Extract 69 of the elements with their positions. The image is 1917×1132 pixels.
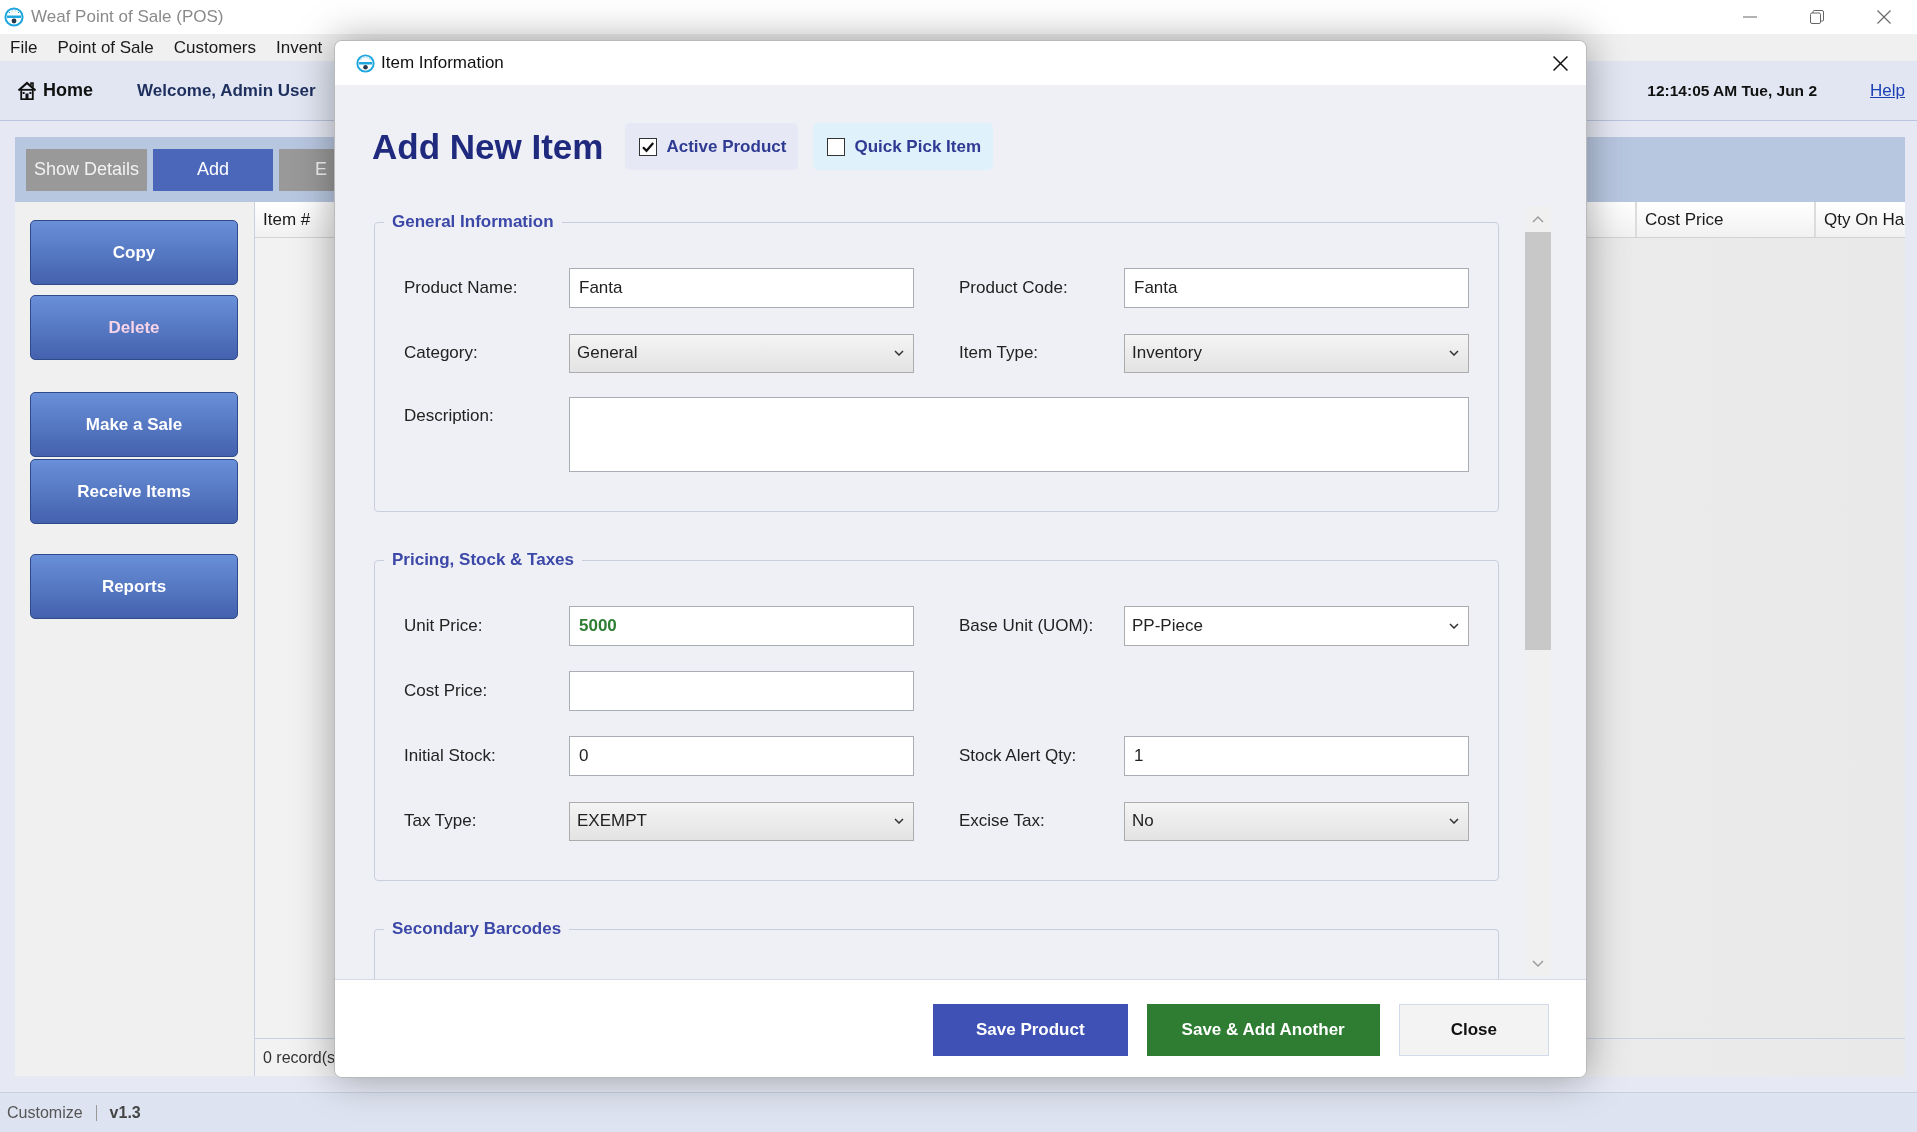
sidebar-button[interactable]: Reports [30, 554, 238, 619]
menu-item[interactable]: Point of Sale [47, 35, 164, 60]
field-label: Cost Price: [404, 681, 489, 701]
text-field[interactable]: 0 [569, 736, 914, 776]
footer-button[interactable]: Save Product [932, 1003, 1128, 1056]
sidebar-button[interactable]: Copy [30, 220, 238, 285]
section-title: General Information [391, 212, 555, 232]
field-label: Initial Stock: [404, 746, 497, 766]
column-header: Qty On Ha [1814, 202, 1905, 237]
footer-button[interactable]: Save & Add Another [1146, 1003, 1380, 1056]
text-field[interactable]: 1 [1124, 736, 1469, 776]
field-label: Item Type: [959, 343, 1040, 363]
dropdown[interactable]: General [569, 333, 914, 373]
text-area[interactable] [569, 397, 1469, 472]
checkbox-option[interactable]: Quick Pick Item [813, 123, 994, 170]
field-label: Category: [404, 343, 479, 363]
logo-icon [4, 7, 24, 27]
dropdown[interactable]: EXEMPT [569, 801, 914, 841]
section-title: Pricing, Stock & Taxes [391, 550, 576, 570]
dropdown[interactable]: Inventory [1124, 333, 1469, 373]
close-icon[interactable] [1553, 55, 1568, 71]
welcome-text: Welcome, Admin User [137, 80, 316, 101]
field-label: Description: [404, 405, 495, 426]
chevron-down-icon [1449, 818, 1459, 824]
field-label: Tax Type: [404, 811, 478, 831]
menu-item[interactable]: Customers [163, 35, 266, 60]
column-header: Cost Price [1635, 202, 1814, 237]
chevron-down-icon[interactable] [1532, 960, 1544, 967]
text-field[interactable]: Fanta [569, 268, 914, 308]
field-label: Base Unit (UOM): [959, 616, 1095, 636]
chevron-down-icon [894, 350, 904, 356]
record-count: 0 record(s [263, 1048, 336, 1067]
text-field[interactable]: Fanta [1124, 268, 1469, 308]
restore-icon[interactable] [1810, 10, 1824, 24]
footer-button[interactable]: Close [1398, 1003, 1549, 1056]
dialog-title: Item Information [381, 53, 504, 73]
column-header: Item # [262, 208, 312, 231]
help-link[interactable]: Help [1870, 80, 1905, 101]
menu-item[interactable]: File [0, 35, 48, 60]
logo-icon [356, 53, 375, 73]
page-heading: Add New Item [372, 126, 604, 168]
chevron-up-icon[interactable] [1532, 216, 1544, 223]
date-time-text: 12:14:05 AM Tue, Jun 2 [1647, 81, 1818, 100]
checkbox-option[interactable]: Active Product [625, 123, 799, 170]
home-button[interactable]: Home [17, 80, 93, 101]
version-text: v1.3 [109, 1103, 141, 1122]
dropdown[interactable]: PP-Piece [1124, 606, 1469, 646]
toolbar-button[interactable]: Add [153, 148, 274, 191]
menu-item[interactable]: Invent [266, 35, 333, 60]
window-title: Weaf Point of Sale (POS) [31, 7, 224, 27]
chevron-down-icon [1449, 350, 1459, 356]
field-label: Unit Price: [404, 616, 484, 636]
customize-link[interactable]: Customize [7, 1103, 83, 1122]
chevron-down-icon [894, 818, 904, 824]
checkbox[interactable] [827, 137, 846, 156]
chevron-down-icon [1449, 623, 1459, 629]
sidebar-button[interactable]: Receive Items [30, 459, 238, 524]
field-label: Product Code: [959, 278, 1069, 298]
section-title: Secondary Barcodes [391, 919, 563, 939]
text-field[interactable] [569, 671, 914, 711]
field-label: Stock Alert Qty: [959, 746, 1078, 766]
scroll-thumb[interactable] [1525, 232, 1551, 650]
field-label: Product Name: [404, 278, 519, 298]
home-icon [17, 81, 37, 100]
dropdown[interactable]: No [1124, 801, 1469, 841]
field-label: Excise Tax: [959, 811, 1046, 831]
checkbox[interactable] [639, 137, 658, 156]
sidebar-button[interactable]: Make a Sale [30, 392, 238, 457]
text-field[interactable]: 5000 [569, 606, 914, 646]
